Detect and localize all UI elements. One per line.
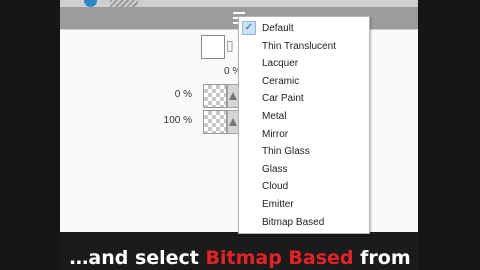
menu-item-car-paint[interactable]: Car Paint bbox=[239, 90, 369, 108]
menu-item-glass[interactable]: Glass bbox=[239, 161, 369, 179]
menu-item-emitter[interactable]: Emitter bbox=[239, 196, 369, 214]
menu-item-metal[interactable]: Metal bbox=[239, 108, 369, 126]
background-left bbox=[0, 0, 60, 270]
stripes-icon bbox=[110, 0, 138, 7]
menu-item-ceramic[interactable]: Ceramic bbox=[239, 73, 369, 91]
menu-item-mirror[interactable]: Mirror bbox=[239, 126, 369, 144]
title-strip bbox=[60, 0, 418, 7]
checker-pattern-icon[interactable] bbox=[203, 84, 227, 108]
opacity-value: 0 % bbox=[174, 89, 192, 100]
caption-highlight: Bitmap Based bbox=[205, 247, 354, 269]
menu-item-bitmap-based[interactable]: Bitmap Based bbox=[239, 214, 369, 232]
menu-item-thin-translucent[interactable]: Thin Translucent bbox=[239, 38, 369, 56]
background-right bbox=[418, 0, 480, 270]
material-type-dropdown: ✓ Default Thin Translucent Lacquer Ceram… bbox=[238, 16, 370, 234]
menu-item-lacquer[interactable]: Lacquer bbox=[239, 55, 369, 73]
caption-text: …and select Bitmap Based from bbox=[0, 247, 480, 269]
menu-item-default[interactable]: Default bbox=[239, 20, 369, 38]
caption-prefix: …and select bbox=[69, 247, 206, 269]
checker-pattern-icon[interactable] bbox=[203, 110, 227, 134]
swatch-options-icon[interactable]: ▯ bbox=[226, 35, 236, 55]
strength-value: 100 % bbox=[163, 115, 192, 126]
menu-item-thin-glass[interactable]: Thin Glass bbox=[239, 143, 369, 161]
check-icon: ✓ bbox=[242, 21, 256, 35]
menu-item-cloud[interactable]: Cloud bbox=[239, 178, 369, 196]
color-swatch[interactable] bbox=[201, 35, 225, 59]
caption-suffix: from bbox=[353, 247, 411, 269]
app-icon bbox=[84, 0, 97, 7]
